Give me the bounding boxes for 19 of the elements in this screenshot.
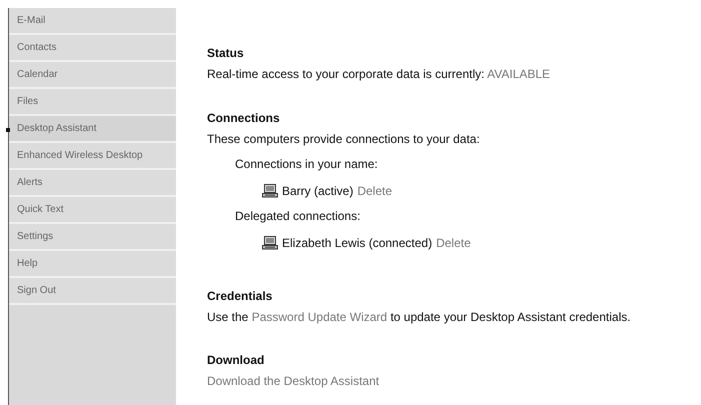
- computer-icon: [262, 184, 278, 198]
- section-heading: Connections: [207, 110, 281, 126]
- delete-link[interactable]: Delete: [357, 183, 392, 199]
- group-label: Connections in your name:: [235, 156, 379, 172]
- section-heading: Status: [207, 45, 245, 61]
- section-heading: Credentials: [207, 288, 274, 304]
- delete-link[interactable]: Delete: [436, 235, 471, 251]
- credentials-text: Use the Password Update Wizard to update your Desktop Assistant credentials.: [207, 309, 632, 325]
- status-text: Real-time access to your corporate data is currently:: [207, 67, 484, 81]
- status-value: AVAILABLE: [487, 67, 550, 81]
- password-wizard-link[interactable]: Password Update Wizard: [252, 310, 388, 324]
- download-link[interactable]: Download the Desktop Assistant: [207, 373, 380, 389]
- connection-name: Elizabeth Lewis (connected): [282, 235, 432, 251]
- computer-icon: [262, 236, 278, 250]
- connection-name: Barry (active): [282, 183, 354, 199]
- connections-text: These computers provide connections to your data:: [207, 131, 481, 147]
- group-label: Delegated connections:: [235, 208, 362, 224]
- section-heading: Download: [207, 352, 266, 368]
- sidebar-item[interactable]: Desktop Assistant: [9, 116, 176, 143]
